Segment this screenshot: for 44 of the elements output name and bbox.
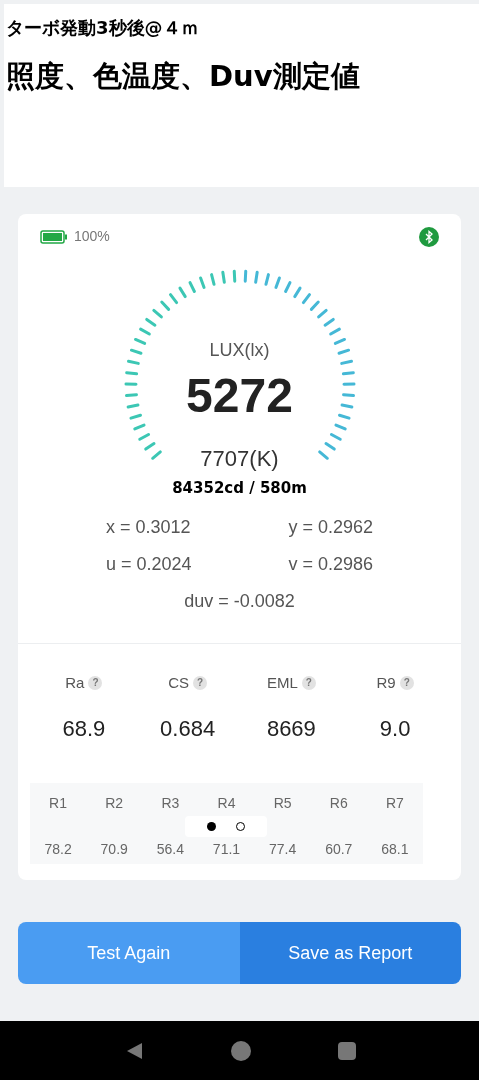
metric-label: R9	[376, 672, 396, 693]
battery-level: 100%	[74, 227, 110, 246]
coordinate-value: v = 0.2986	[288, 552, 373, 576]
metric-label: Ra	[65, 672, 85, 693]
recents-icon[interactable]	[337, 1041, 356, 1060]
save-report-button[interactable]: Save as Report	[239, 922, 461, 984]
column-header: R2	[104, 794, 125, 813]
column-header: R6	[328, 794, 349, 813]
table-cell-text: 70.9	[99, 840, 129, 859]
table-cell-text: 71.1	[211, 840, 242, 859]
column-header: R1	[48, 794, 68, 813]
test-again-button[interactable]: Test Again	[18, 922, 240, 984]
metric-value: 0.684	[160, 715, 216, 743]
help-icon[interactable]: ?	[88, 675, 103, 690]
coordinate-value: u = 0.2024	[106, 552, 193, 576]
metric-value: 8669	[266, 715, 316, 743]
metric-label: EML	[266, 672, 298, 693]
metric-label: CS	[168, 672, 190, 693]
help-icon[interactable]: ?	[399, 675, 414, 690]
intensity-text: 84352cd / 580m	[171, 478, 308, 499]
cct-value: 7707(K)	[200, 445, 279, 473]
table-cell-text: 78.2	[43, 840, 73, 859]
column-header: R7	[384, 794, 405, 813]
column-header: R5	[272, 794, 293, 813]
duv-value: duv = -0.0082	[183, 589, 296, 613]
header-title: 照度、色温度、Duv測定値	[6, 58, 361, 95]
coordinate-value: x = 0.3012	[106, 515, 192, 539]
battery-icon	[40, 229, 68, 244]
coordinate-value: y = 0.2962	[288, 515, 373, 539]
help-icon[interactable]: ?	[301, 675, 316, 690]
column-header: R4	[216, 794, 237, 813]
metric-value: 68.9	[62, 715, 106, 743]
lux-value: 5272	[186, 372, 293, 420]
help-icon[interactable]: ?	[193, 675, 208, 690]
metric-value: 9.0	[379, 715, 411, 743]
bluetooth-icon[interactable]	[419, 226, 439, 247]
table-cell-text: 56.4	[155, 840, 185, 859]
table-cell-text: 68.1	[380, 840, 410, 859]
home-icon[interactable]	[230, 1040, 251, 1061]
column-header: R3	[160, 794, 181, 813]
header-subtitle: ターボ発動3秒後@４ｍ	[6, 16, 200, 40]
table-cell-text: 77.4	[268, 840, 298, 859]
lux-unit: LUX(lx)	[209, 339, 270, 362]
table-cell-text: 60.7	[324, 840, 354, 859]
